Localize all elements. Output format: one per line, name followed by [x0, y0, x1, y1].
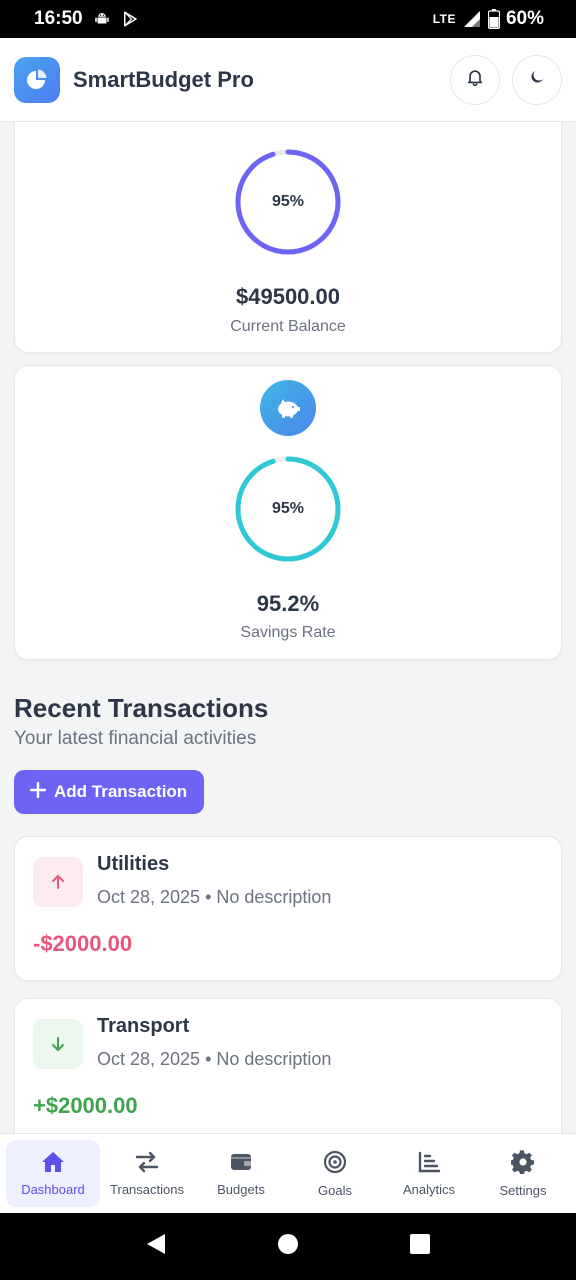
back-icon[interactable] — [145, 1232, 167, 1261]
android-icon — [93, 10, 111, 28]
add-transaction-button[interactable]: Add Transaction — [14, 770, 205, 814]
section-subtitle: Your latest financial activities — [14, 728, 257, 749]
moon-icon — [528, 68, 546, 91]
section-title: Recent Transactions — [14, 693, 269, 723]
savings-ring-text: 95% — [271, 500, 305, 517]
recents-icon[interactable] — [409, 1233, 431, 1260]
transaction-amount: -$2000.00 — [33, 931, 133, 956]
app-logo-icon — [14, 56, 60, 103]
balance-label: Current Balance — [230, 318, 346, 335]
home-circle-icon[interactable] — [277, 1233, 299, 1260]
piggy-bank-icon — [260, 380, 316, 436]
arrow-down-icon — [33, 1019, 83, 1069]
bell-icon — [465, 67, 485, 92]
theme-toggle-button[interactable] — [512, 54, 562, 105]
nav-label: Settings — [499, 1182, 547, 1198]
notifications-button[interactable] — [450, 54, 500, 105]
balance-ring-text: 95% — [271, 193, 305, 210]
status-bar: 16:50 LTE 60% — [0, 0, 576, 38]
app-header: SmartBudget Pro — [0, 38, 576, 122]
home-icon — [41, 1151, 65, 1176]
nav-label: Budgets — [217, 1181, 265, 1197]
chart-icon — [417, 1151, 441, 1176]
app-title: SmartBudget Pro — [73, 66, 254, 92]
battery-level: 60% — [505, 8, 544, 29]
nav-goals[interactable]: Goals — [288, 1140, 382, 1207]
network-type: LTE — [432, 12, 456, 26]
target-icon — [323, 1150, 347, 1177]
balance-value: $49500.00 — [236, 284, 340, 309]
transaction-title: Utilities — [97, 853, 170, 875]
status-time: 16:50 — [34, 8, 83, 29]
nav-label: Dashboard — [21, 1181, 85, 1197]
dashboard-content[interactable]: 95% $49500.00 Current Balance 95% 95.2% … — [0, 122, 576, 1133]
balance-card: 95% $49500.00 Current Balance — [14, 122, 562, 353]
transaction-title: Transport — [97, 1015, 190, 1037]
transaction-card[interactable]: Transport Oct 28, 2025 • No description … — [14, 998, 562, 1133]
system-nav-bar — [0, 1213, 576, 1280]
nav-label: Goals — [318, 1182, 352, 1198]
savings-label: Savings Rate — [240, 624, 336, 641]
savings-card: 95% 95.2% Savings Rate — [14, 365, 562, 660]
nav-budgets[interactable]: Budgets — [194, 1140, 288, 1207]
add-transaction-label: Add Transaction — [54, 782, 188, 801]
bottom-nav: Dashboard Transactions Budgets Goals Ana… — [0, 1133, 576, 1213]
nav-transactions[interactable]: Transactions — [100, 1140, 194, 1207]
nav-settings[interactable]: Settings — [476, 1140, 570, 1207]
signal-icon — [462, 10, 482, 28]
swap-icon — [135, 1151, 159, 1176]
nav-analytics[interactable]: Analytics — [382, 1140, 476, 1207]
play-store-icon — [121, 10, 139, 28]
gear-icon — [509, 1149, 535, 1177]
transaction-meta: Oct 28, 2025 • No description — [97, 887, 332, 907]
transaction-meta: Oct 28, 2025 • No description — [97, 1049, 332, 1069]
nav-dashboard[interactable]: Dashboard — [6, 1140, 100, 1207]
nav-label: Transactions — [110, 1181, 184, 1197]
plus-icon — [29, 781, 47, 803]
battery-icon — [487, 9, 500, 29]
savings-value: 95.2% — [256, 591, 320, 616]
balance-progress-ring: 95% — [233, 147, 343, 257]
wallet-icon — [229, 1151, 253, 1176]
transaction-amount: +$2000.00 — [33, 1093, 138, 1118]
savings-progress-ring: 95% — [233, 454, 343, 564]
nav-label: Analytics — [402, 1181, 456, 1197]
arrow-up-icon — [33, 857, 83, 907]
transaction-card[interactable]: Utilities Oct 28, 2025 • No description … — [14, 836, 562, 981]
